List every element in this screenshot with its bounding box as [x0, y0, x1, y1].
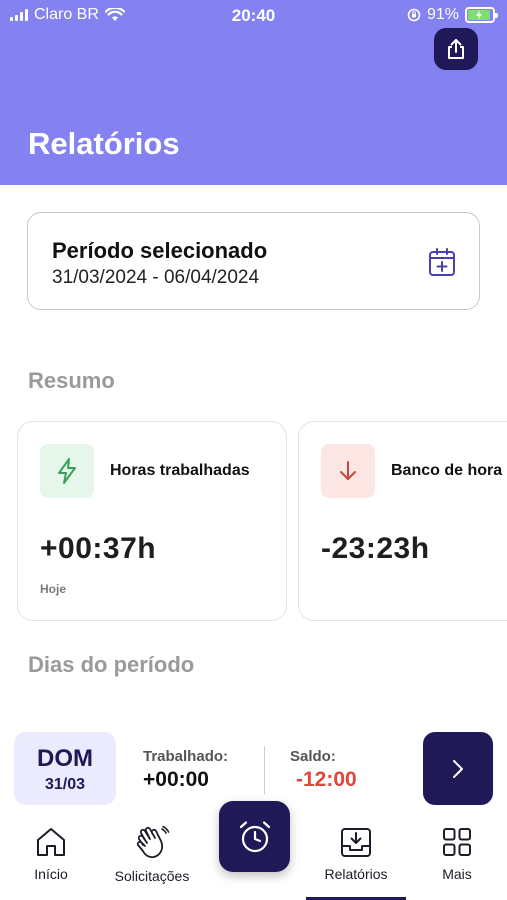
battery-icon [465, 7, 498, 23]
card-subtitle: Hoje [40, 582, 67, 596]
card-value: -23:23h [321, 532, 430, 565]
day-row[interactable]: DOM 31/03 Trabalhado: +00:00 Saldo: -12:… [0, 730, 507, 808]
rotation-lock-icon [407, 8, 421, 22]
day-badge: DOM 31/03 [14, 732, 116, 805]
balance-value: -12:00 [296, 768, 357, 791]
nav-item-solicitacoes[interactable]: Solicitações [106, 826, 198, 884]
summary-card-hour-bank[interactable]: Banco de hora -23:23h [298, 421, 507, 621]
download-tray-icon [341, 828, 371, 857]
worked-label: Trabalhado: [143, 748, 229, 765]
summary-card-hours-worked[interactable]: Horas trabalhadas +00:37h Hoje [17, 421, 287, 621]
status-right: 91% [407, 6, 498, 24]
share-icon [448, 39, 464, 59]
hand-wave-icon [136, 826, 170, 859]
calendar-plus-icon[interactable] [428, 247, 456, 277]
card-title: Banco de hora [391, 462, 503, 479]
period-dates: 31/03/2024 - 06/04/2024 [52, 267, 260, 288]
period-selector[interactable]: Período selecionado 31/03/2024 - 06/04/2… [27, 212, 480, 310]
days-title: Dias do período [28, 652, 195, 677]
day-date: 31/03 [44, 776, 86, 793]
nav-item-inicio[interactable]: Início [22, 826, 80, 882]
clock-in-button[interactable] [219, 801, 290, 872]
home-icon [37, 828, 65, 856]
lightning-icon-box [40, 444, 94, 498]
chevron-right-icon [453, 759, 463, 778]
day-detail-button[interactable] [423, 732, 493, 805]
nav-item-mais[interactable]: Mais [432, 826, 482, 882]
share-button[interactable] [434, 28, 478, 70]
nav-label: Solicitações [114, 868, 190, 884]
battery-percent: 91% [426, 6, 459, 23]
worked-value: +00:00 [143, 768, 209, 791]
balance-label: Saldo: [290, 748, 336, 765]
divider [264, 746, 265, 794]
card-title: Horas trabalhadas [110, 462, 250, 479]
lightning-icon [58, 458, 76, 484]
summary-title: Resumo [28, 368, 115, 393]
period-label: Período selecionado [52, 238, 268, 263]
page-title: Relatórios [28, 126, 180, 161]
nav-label: Mais [442, 866, 472, 882]
arrow-down-icon [340, 461, 356, 480]
nav-label: Início [34, 866, 68, 882]
status-bar: Claro BR 20:40 91% [0, 0, 507, 32]
arrow-down-icon-box [321, 444, 375, 498]
card-value: +00:37h [40, 532, 157, 565]
day-weekday: DOM [37, 745, 93, 772]
alarm-clock-icon [239, 820, 270, 852]
nav-item-relatorios[interactable]: Relatórios [316, 826, 396, 882]
nav-label: Relatórios [324, 866, 388, 882]
header: Claro BR 20:40 91% Relatórios [0, 0, 507, 185]
grid-icon [443, 828, 471, 856]
